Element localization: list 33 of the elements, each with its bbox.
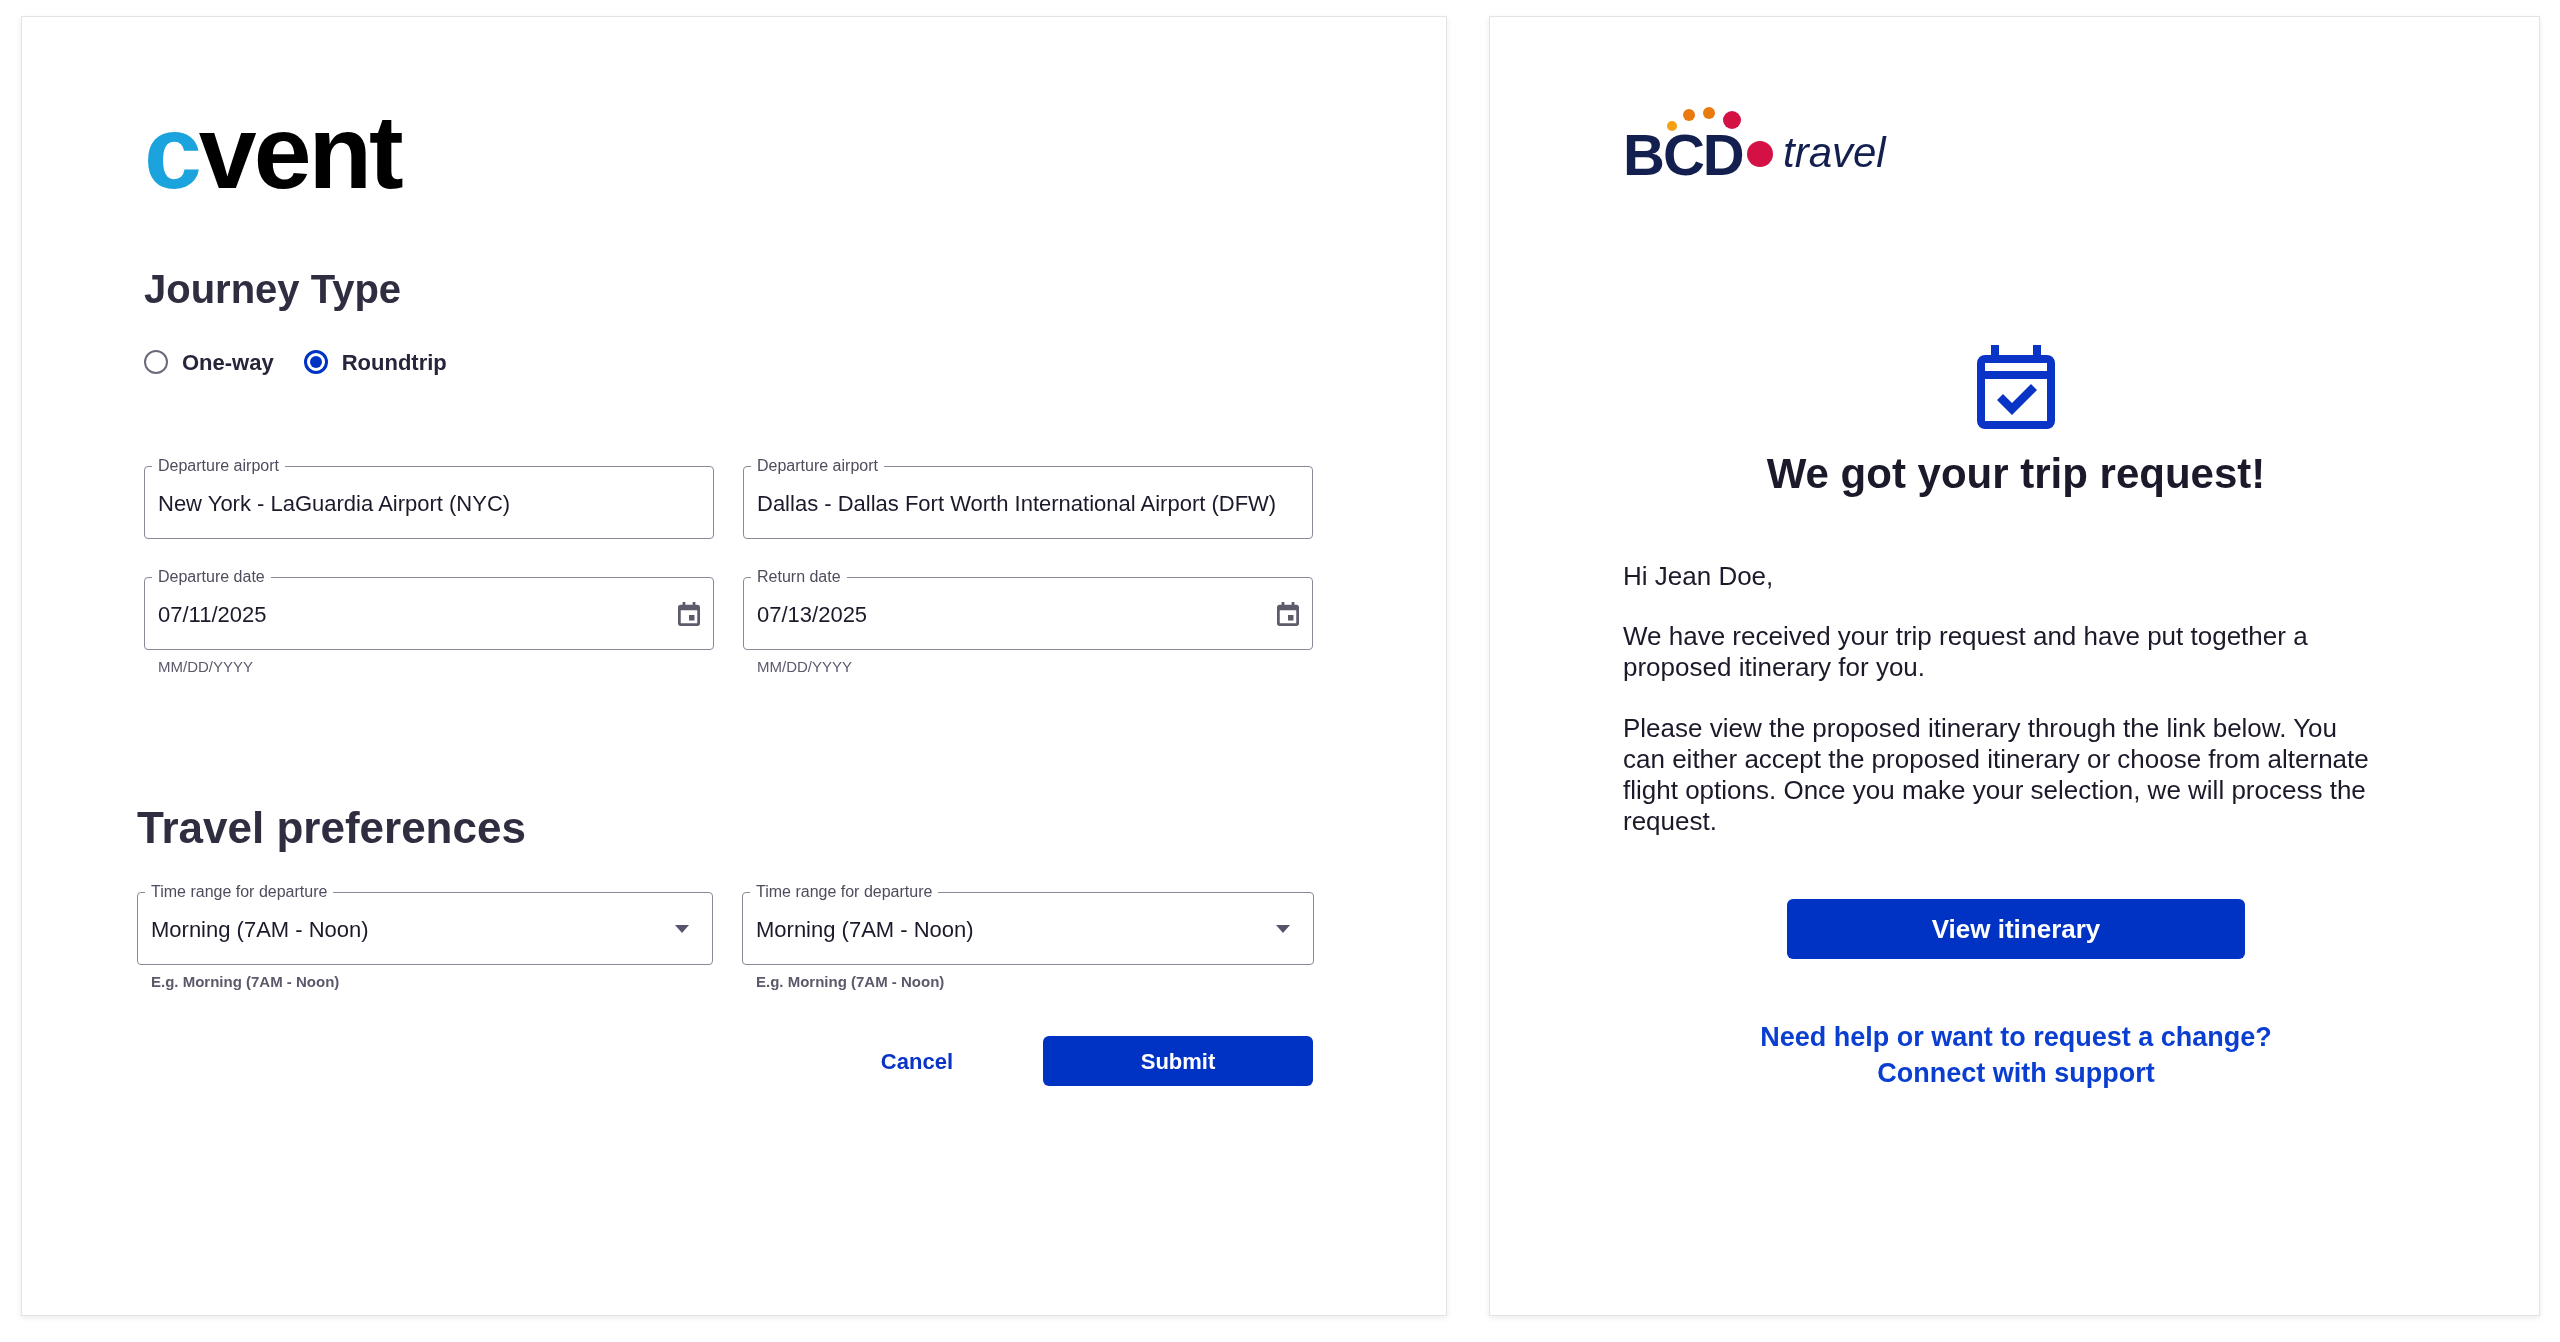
date-field[interactable]: Departure date 07/11/2025 — [144, 568, 714, 650]
time-range-dropdown[interactable]: Time range for departure Morning (7AM - Noon) — [137, 883, 713, 965]
logo: travel — [1783, 128, 1886, 178]
logo: cvent — [144, 113, 401, 191]
time-range-dropdown[interactable]: Time range for departure Morning (7AM - Noon) — [742, 883, 1314, 965]
submit-button[interactable]: Submit — [1043, 1036, 1313, 1086]
paragraph: We have received your trip request and have put together a proposed itinerary for you. — [1623, 621, 2309, 683]
helper-text: MM/DD/YYYY — [157, 658, 254, 676]
confirmation-heading: We got your trip request! — [1765, 449, 2267, 499]
greeting-text: Hi Jean Doe, — [1623, 561, 1775, 591]
support-link[interactable]: Need help or want to request a change? — [1760, 1019, 2272, 1055]
cancel-link[interactable]: Cancel — [860, 1036, 973, 1086]
radio-option[interactable]: One-way — [144, 345, 274, 379]
calendar-icon[interactable] — [1277, 602, 1299, 626]
logo: BCD — [1623, 131, 1743, 179]
dot-icon — [1747, 141, 1773, 167]
dots-icon — [1667, 107, 1743, 131]
date-field[interactable]: Return date 07/13/2025 — [743, 568, 1313, 650]
section-heading: Travel preferences — [137, 802, 527, 854]
paragraph: Please view the proposed itinerary through the link below. You can either accept the proposed itinerary or choose from alternate flight options. Once you make your selection, we will process the request. — [1623, 713, 2370, 837]
calendar-icon[interactable] — [678, 602, 700, 626]
airport-field[interactable]: Departure airport New York - LaGuardia Airport (NYC) — [144, 457, 714, 539]
view-itinerary-button[interactable]: View itinerary — [1787, 899, 2245, 959]
caret-icon — [1276, 925, 1290, 933]
helper-text: MM/DD/YYYY — [756, 658, 853, 676]
helper-text: E.g. Morning (7AM - Noon) — [150, 973, 341, 991]
calendar-check-icon — [1977, 345, 2055, 429]
radio-option[interactable]: Roundtrip — [303, 345, 447, 379]
caret-icon — [675, 925, 689, 933]
airport-field[interactable]: Departure airport Dallas - Dallas Fort Worth International Airport (DFW) — [743, 457, 1313, 539]
section-heading: Journey Type — [144, 266, 403, 313]
helper-text: E.g. Morning (7AM - Noon) — [755, 973, 946, 991]
support-link[interactable]: Connect with support — [1877, 1055, 2155, 1091]
